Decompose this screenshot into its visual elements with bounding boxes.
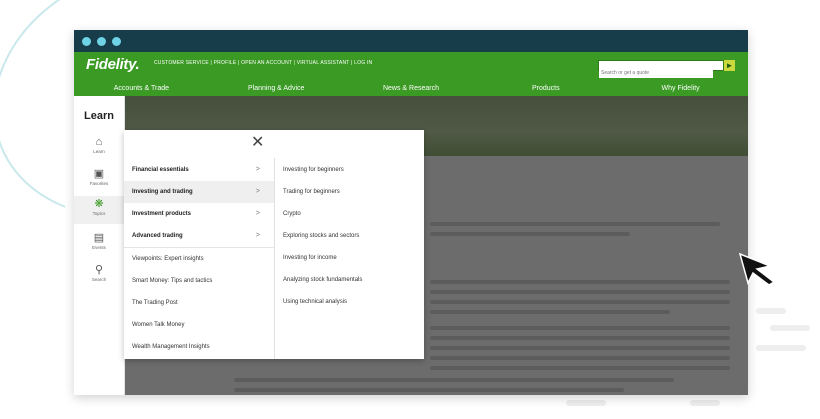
search-icon: ⚲	[94, 264, 104, 276]
link-wealth-management[interactable]: Wealth Management Insights	[124, 336, 274, 358]
learn-title: Learn	[84, 110, 114, 122]
nav-planning-advice[interactable]: Planning & Advice	[209, 81, 344, 96]
subitem-stocks-sectors[interactable]: Exploring stocks and sectors	[275, 225, 424, 247]
link-women-talk-money[interactable]: Women Talk Money	[124, 314, 274, 336]
bookmark-icon: ▣	[93, 168, 105, 180]
subitem-investing-income[interactable]: Investing for income	[275, 247, 424, 269]
window-title-bar	[74, 30, 748, 52]
calendar-icon: ▤	[93, 232, 105, 244]
subitem-crypto[interactable]: Crypto	[275, 203, 424, 225]
subitem-trading-beginners[interactable]: Trading for beginners	[275, 181, 424, 203]
learn-nav-label: Learn	[93, 149, 105, 154]
site-header: Fidelity. CUSTOMER SERVICE | PROFILE | O…	[74, 52, 748, 96]
category-investment-products[interactable]: Investment products >	[124, 203, 274, 225]
category-advanced-trading[interactable]: Advanced trading >	[124, 225, 274, 247]
search-icon: ►	[725, 61, 734, 70]
search-button[interactable]: ►	[724, 60, 735, 71]
nav-products[interactable]: Products	[478, 81, 613, 96]
fidelity-logo[interactable]: Fidelity.	[86, 56, 140, 73]
home-icon: ⌂	[95, 136, 103, 148]
learn-nav-label: Favorites	[89, 181, 109, 186]
category-label: Investment products	[132, 211, 192, 217]
main-nav: Accounts & Trade Planning & Advice News …	[74, 81, 748, 96]
decorative-line	[690, 400, 720, 406]
decorative-line	[756, 345, 806, 351]
chevron-right-icon: >	[255, 188, 260, 195]
learn-nav-favorites[interactable]: ▣ Favorites	[74, 168, 124, 186]
learn-nav-label: Topics	[92, 211, 106, 216]
learn-nav-label: Events	[92, 245, 106, 250]
chevron-right-icon: >	[255, 210, 260, 217]
topics-mega-menu: ✕ Financial essentials > Investing and t…	[124, 130, 424, 359]
category-financial-essentials[interactable]: Financial essentials >	[124, 159, 274, 181]
chevron-right-icon: >	[255, 166, 260, 173]
category-label: Advanced trading	[132, 233, 183, 239]
mouse-pointer-icon	[738, 252, 776, 286]
category-label: Financial essentials	[132, 167, 189, 173]
learn-nav-label: Search	[91, 277, 107, 282]
decorative-line	[770, 325, 810, 331]
chevron-right-icon: >	[255, 232, 260, 239]
learn-nav-search[interactable]: ⚲ Search	[74, 264, 124, 282]
window-minimize-dot[interactable]	[97, 36, 106, 46]
learn-nav-topics[interactable]: ❋ Topics	[74, 196, 124, 224]
search-box[interactable]	[598, 60, 724, 78]
category-investing-and-trading[interactable]: Investing and trading >	[124, 181, 274, 203]
learn-nav-learn[interactable]: ⌂ Learn	[74, 136, 124, 154]
window-maximize-dot[interactable]	[112, 36, 121, 46]
category-label: Investing and trading	[132, 189, 193, 195]
nav-why-fidelity[interactable]: Why Fidelity	[613, 81, 748, 96]
learn-sidebar: Learn ⌂ Learn ▣ Favorites ❋ Topics ▤ Eve…	[74, 96, 125, 395]
decorative-line	[566, 400, 606, 406]
search-input[interactable]	[599, 68, 713, 78]
link-viewpoints[interactable]: Viewpoints: Expert insights	[124, 248, 274, 270]
decorative-line	[756, 308, 786, 314]
subitem-technical-analysis[interactable]: Using technical analysis	[275, 291, 424, 313]
link-trading-post[interactable]: The Trading Post	[124, 292, 274, 314]
topics-icon: ❋	[94, 198, 104, 210]
subitem-investing-beginners[interactable]: Investing for beginners	[275, 159, 424, 181]
subitem-stock-fundamentals[interactable]: Analyzing stock fundamentals	[275, 269, 424, 291]
link-smart-money[interactable]: Smart Money: Tips and tactics	[124, 270, 274, 292]
window-close-dot[interactable]	[82, 36, 91, 46]
menu-categories: Financial essentials > Investing and tra…	[124, 130, 274, 359]
nav-news-research[interactable]: News & Research	[344, 81, 479, 96]
nav-accounts-trade[interactable]: Accounts & Trade	[74, 81, 209, 96]
menu-subitems: Investing for beginners Trading for begi…	[275, 130, 424, 359]
utility-links[interactable]: CUSTOMER SERVICE | PROFILE | OPEN AN ACC…	[154, 60, 372, 66]
learn-nav-events[interactable]: ▤ Events	[74, 232, 124, 250]
